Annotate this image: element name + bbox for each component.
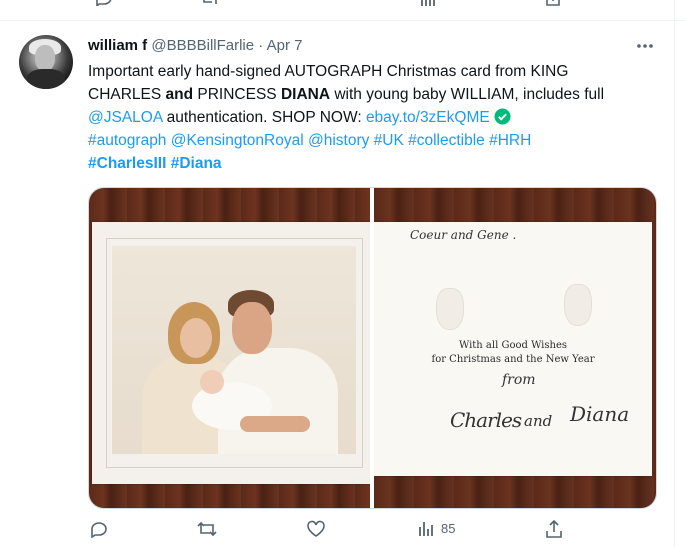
heart-icon [307,520,325,537]
reply-icon[interactable] [95,0,113,6]
previous-tweet-actions [0,0,685,6]
tweet-text-line-2: CHARLES and PRINCESS DIANA with young ba… [88,83,648,106]
christmas-card-inside: Coeur and Gene . With all Good Wishes fo… [374,222,652,476]
repost-icon [197,521,217,537]
hashtags-bold-line[interactable]: #CharlesIII #Diana [88,152,648,175]
embossed-crest-right [564,284,592,326]
timeline-border [674,0,675,547]
share-icon[interactable] [545,0,561,6]
text-segment: authentication. SHOP NOW: [162,109,366,126]
baby-face [200,370,224,394]
avatar-face [35,45,55,71]
text-segment: with young baby WILLIAM, includes full [330,86,605,103]
ebay-link[interactable]: ebay.to/3zEkQME [366,109,490,126]
charles-face [232,302,272,354]
signature-diana: Diana [570,402,630,426]
repost-button[interactable] [196,520,218,538]
handwritten-and: and [524,412,553,430]
tweet-text-line-3: @JSALOA authentication. SHOP NOW: ebay.t… [88,106,648,129]
diana-face [180,318,212,358]
bold-and: and [165,86,194,103]
views-icon[interactable] [420,0,436,6]
handwritten-from: from [502,372,536,388]
avatar-body [27,69,65,89]
media-grid[interactable]: Coeur and Gene . With all Good Wishes fo… [88,187,657,509]
tweet-actions: 85 [0,520,685,544]
handwritten-note: Coeur and Gene . [410,228,517,242]
hashtags-line[interactable]: #autograph @KensingtonRoyal @history #UK… [88,129,648,152]
tweet-date[interactable]: Apr 7 [267,37,303,54]
share-icon [546,520,562,538]
views-icon [419,522,433,536]
separator-dot: · [258,37,264,54]
tweet-text-line-1: Important early hand-signed AUTOGRAPH Ch… [88,63,569,80]
bold-diana: DIANA [280,86,331,103]
reply-icon [91,522,107,538]
more-options-icon[interactable] [635,36,655,56]
repost-icon[interactable] [200,0,220,6]
verified-check-icon [494,108,511,125]
divider [0,20,685,21]
mention-link[interactable]: @JSALOA [88,109,162,126]
tweet-text: Important early hand-signed AUTOGRAPH Ch… [88,60,648,175]
text-segment: PRINCESS [193,86,281,103]
display-name[interactable]: william f [88,37,147,54]
like-button[interactable] [306,520,326,538]
photo-card-front[interactable] [89,188,370,508]
charles-arm [240,416,310,432]
user-handle[interactable]: @BBBBillFarlie [151,37,254,54]
photo-card-inside[interactable]: Coeur and Gene . With all Good Wishes fo… [374,188,656,508]
royal-family-photo [112,246,356,454]
signature-charles: Charles [450,408,522,432]
tweet-header: william f @BBBBillFarlie · Apr 7 [88,36,303,56]
card-greeting-2: for Christmas and the New Year [431,354,595,365]
card-greeting: With all Good Wishes [458,340,567,351]
views-count: 85 [441,520,456,536]
avatar[interactable] [19,35,73,89]
christmas-card-front [92,222,370,484]
share-button[interactable] [545,520,563,538]
text-segment: CHARLES [88,86,166,103]
embossed-crest-left [436,288,464,330]
views-button[interactable]: 85 [418,520,455,536]
reply-button[interactable] [90,520,108,538]
